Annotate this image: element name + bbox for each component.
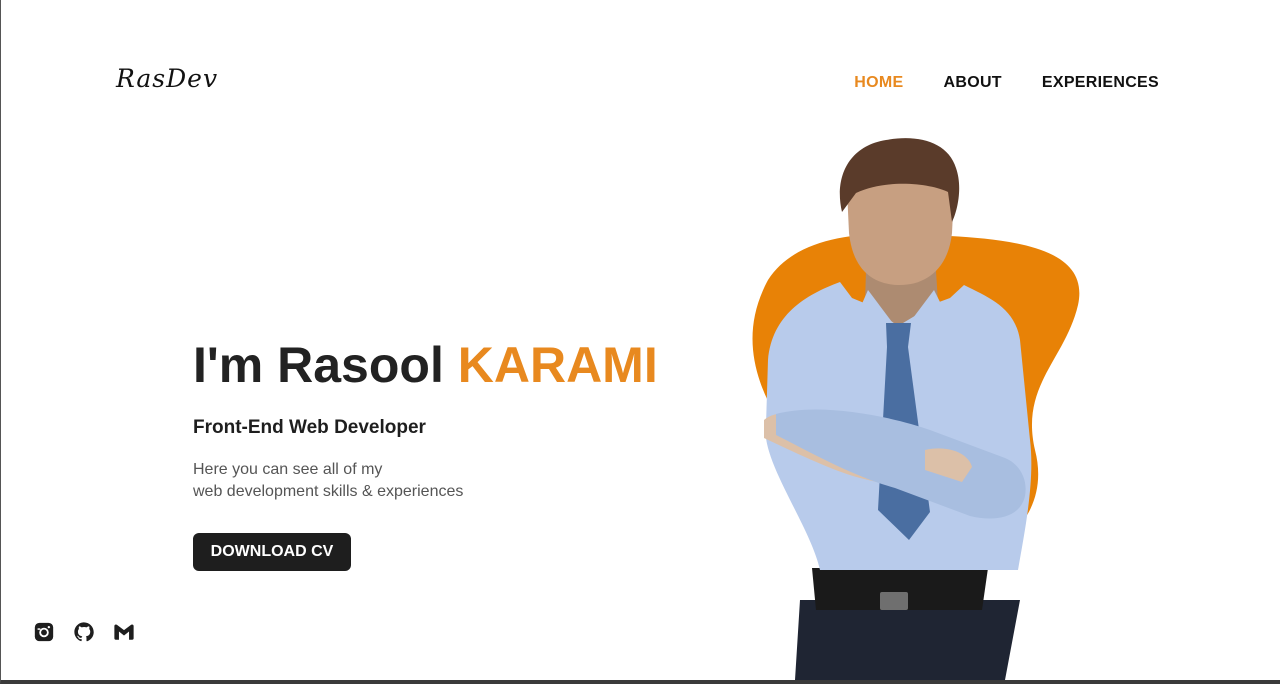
gmail-icon[interactable] [113,621,135,643]
hero-subtitle: Front-End Web Developer [193,417,426,438]
man-figure [764,138,1032,680]
hero-portrait [752,138,1080,680]
nav-home-link[interactable]: HOME [854,74,903,92]
download-cv-button[interactable]: DOWNLOAD CV [193,533,351,571]
hero-description-line1: Here you can see all of my [193,461,383,478]
hero-description-line2: web development skills & experiences [193,483,464,500]
github-icon[interactable] [73,621,95,643]
hero-title-name: I'm Rasool [193,337,444,393]
site-logo[interactable]: RasDev [116,64,218,93]
hero-title: I'm Rasool KARAMI [193,336,658,394]
social-links [33,621,135,643]
nav-experiences-link[interactable]: EXPERIENCES [1042,74,1159,92]
hero-title-accent: KARAMI [457,337,658,393]
instagram-icon[interactable] [33,621,55,643]
nav-about-link[interactable]: ABOUT [943,74,1001,92]
hero-description: Here you can see all of my web developme… [193,459,463,503]
main-nav: HOME ABOUT EXPERIENCES [854,74,1159,92]
